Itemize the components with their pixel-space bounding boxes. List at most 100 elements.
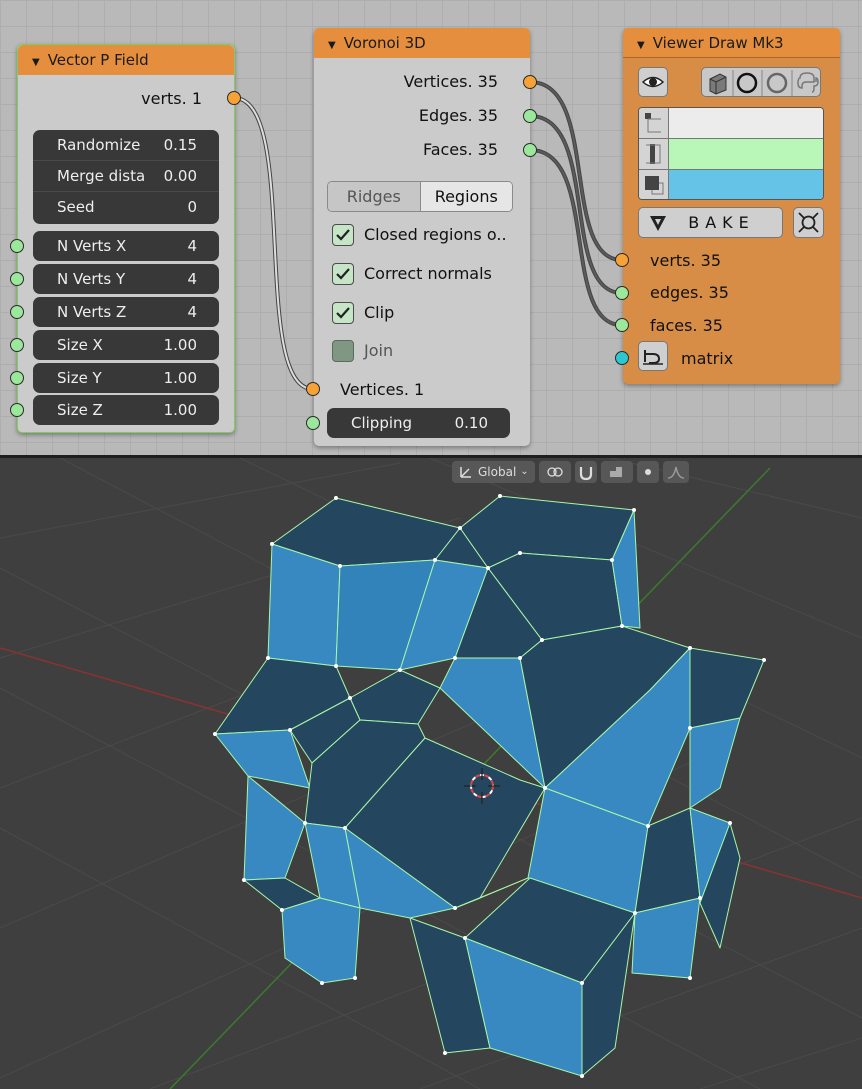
check-icon: [336, 307, 350, 319]
verts-color-swatch[interactable]: [669, 108, 823, 139]
chevron-down-icon: ⌄: [520, 466, 529, 477]
edges-output-socket[interactable]: [523, 109, 537, 123]
falloff-curve-icon: [667, 466, 684, 479]
merge-distance-field[interactable]: Merge dista 0.00: [33, 161, 219, 192]
triangle-down-icon: [650, 216, 666, 231]
check-icon: [336, 229, 350, 241]
edges-color-swatch[interactable]: [669, 139, 823, 170]
python-icon[interactable]: [797, 72, 819, 93]
seed-field[interactable]: Seed 0: [33, 192, 219, 223]
node-title: Viewer Draw Mk3: [652, 34, 784, 52]
node-title: Vector P Field: [47, 51, 149, 69]
node-header[interactable]: ▼ Viewer Draw Mk3: [623, 28, 840, 58]
n-verts-z-field[interactable]: N Verts Z4: [33, 297, 219, 327]
vertices-input-label: Vertices. 1: [340, 380, 425, 399]
size-z-field[interactable]: Size Z 1.00: [33, 395, 219, 425]
verts-output-socket[interactable]: [227, 91, 241, 105]
size-x-socket[interactable]: [10, 338, 24, 352]
size-z-socket[interactable]: [10, 403, 24, 417]
edges-input-socket[interactable]: [615, 286, 629, 300]
n-verts-y-socket[interactable]: [10, 272, 24, 286]
proportional-editing-icon: [644, 469, 651, 475]
3d-viewport[interactable]: Global ⌄: [0, 458, 862, 1089]
faces-input-socket[interactable]: [615, 318, 629, 332]
clip-checkbox[interactable]: [332, 302, 354, 324]
viewport-scene: [0, 458, 862, 1089]
node-header[interactable]: ▼ Voronoi 3D: [314, 28, 530, 58]
proportional-editing-toggle[interactable]: [636, 461, 659, 483]
clipping-field[interactable]: Clipping 0.10: [327, 408, 510, 438]
closed-regions-label: Closed regions o..: [364, 225, 507, 244]
node-editor[interactable]: ▼ Vector P Field verts. 1 Randomize 0.15 M…: [0, 0, 862, 455]
vertices-input-socket[interactable]: [306, 382, 320, 396]
verts-input-socket[interactable]: [615, 253, 629, 267]
bake-button[interactable]: BAKE: [638, 207, 783, 238]
edges-input-label: edges. 35: [650, 283, 729, 302]
plug-icon: [643, 350, 663, 365]
viewer-draw-node[interactable]: ▼ Viewer Draw Mk3 BAKE verts. 35 edges. …: [623, 28, 840, 384]
tab-regions[interactable]: Regions: [420, 182, 512, 211]
check-icon: [336, 268, 350, 280]
size-x-field[interactable]: Size X 1.00: [33, 330, 219, 360]
collapse-triangle-icon[interactable]: ▼: [637, 40, 645, 51]
clipping-input-socket[interactable]: [306, 416, 320, 430]
link-edges-to-edges: [529, 114, 623, 295]
link-verts-to-vertices: [233, 96, 314, 391]
snap-target-dropdown[interactable]: [600, 461, 633, 483]
color-swatches: [638, 107, 824, 200]
join-checkbox[interactable]: [332, 340, 354, 362]
eye-icon: [641, 76, 665, 88]
collapse-triangle-icon[interactable]: ▼: [32, 57, 40, 68]
faces-color-swatch[interactable]: [669, 170, 823, 199]
vector-p-field-node[interactable]: ▼ Vector P Field verts. 1 Randomize 0.15 M…: [17, 44, 235, 433]
faces-input-label: faces. 35: [650, 316, 723, 335]
matrix-options-button[interactable]: [638, 341, 668, 371]
edges-output-label: Edges. 35: [418, 106, 498, 125]
cube-icon[interactable]: [709, 73, 727, 95]
visibility-toggle[interactable]: [638, 67, 668, 97]
solid-circle-icon[interactable]: [766, 72, 788, 94]
size-y-socket[interactable]: [10, 371, 24, 385]
matrix-input-label: matrix: [681, 349, 734, 368]
matrix-input-socket[interactable]: [615, 351, 629, 365]
voronoi-3d-node[interactable]: ▼ Voronoi 3D Vertices. 35 Edges. 35 Faces…: [314, 28, 530, 446]
faces-color-icon: [639, 170, 669, 199]
faces-output-socket[interactable]: [523, 143, 537, 157]
n-verts-x-socket[interactable]: [10, 239, 24, 253]
node-header[interactable]: ▼ Vector P Field: [18, 45, 234, 75]
display-mode-buttons: [701, 67, 821, 97]
bake-options-button[interactable]: [793, 207, 824, 238]
snapping-toggle[interactable]: [574, 461, 597, 483]
n-verts-z-socket[interactable]: [10, 305, 24, 319]
clip-label: Clip: [364, 303, 395, 322]
node-title: Voronoi 3D: [343, 34, 426, 52]
pivot-icon: [547, 467, 563, 477]
viewport-header: Global ⌄: [452, 461, 689, 483]
verts-input-label: verts. 35: [650, 251, 722, 270]
correct-normals-checkbox[interactable]: [332, 263, 354, 285]
falloff-dropdown[interactable]: [662, 461, 689, 483]
faces-output-label: Faces. 35: [422, 140, 498, 159]
snap-increment-icon: [609, 467, 622, 477]
n-verts-x-field[interactable]: N Verts X4: [33, 231, 219, 261]
pivot-point-dropdown[interactable]: [538, 461, 571, 483]
link-vertices-to-verts: [529, 80, 623, 262]
tab-ridges[interactable]: Ridges: [328, 182, 421, 211]
vertices-output-socket[interactable]: [523, 75, 537, 89]
mode-tabs: Ridges Regions: [327, 181, 513, 212]
size-y-field[interactable]: Size Y 1.00: [33, 363, 219, 393]
randomize-field[interactable]: Randomize 0.15: [33, 130, 219, 161]
orientation-dropdown[interactable]: Global ⌄: [452, 461, 535, 483]
collapse-triangle-icon[interactable]: ▼: [328, 40, 336, 51]
closed-regions-checkbox[interactable]: [332, 224, 354, 246]
n-verts-y-field[interactable]: N Verts Y4: [33, 264, 219, 294]
settings-group: Randomize 0.15 Merge dista 0.00 Seed 0: [33, 130, 219, 224]
edges-color-icon: [639, 139, 669, 170]
output-label: verts. 1: [141, 89, 202, 108]
mesh-bake-icon: [798, 212, 819, 233]
wire-circle-icon[interactable]: [736, 72, 758, 94]
transform-orientation-icon: [460, 467, 471, 478]
correct-normals-label: Correct normals: [364, 264, 492, 283]
join-label: Join: [364, 341, 394, 360]
verts-color-icon: [639, 108, 669, 139]
